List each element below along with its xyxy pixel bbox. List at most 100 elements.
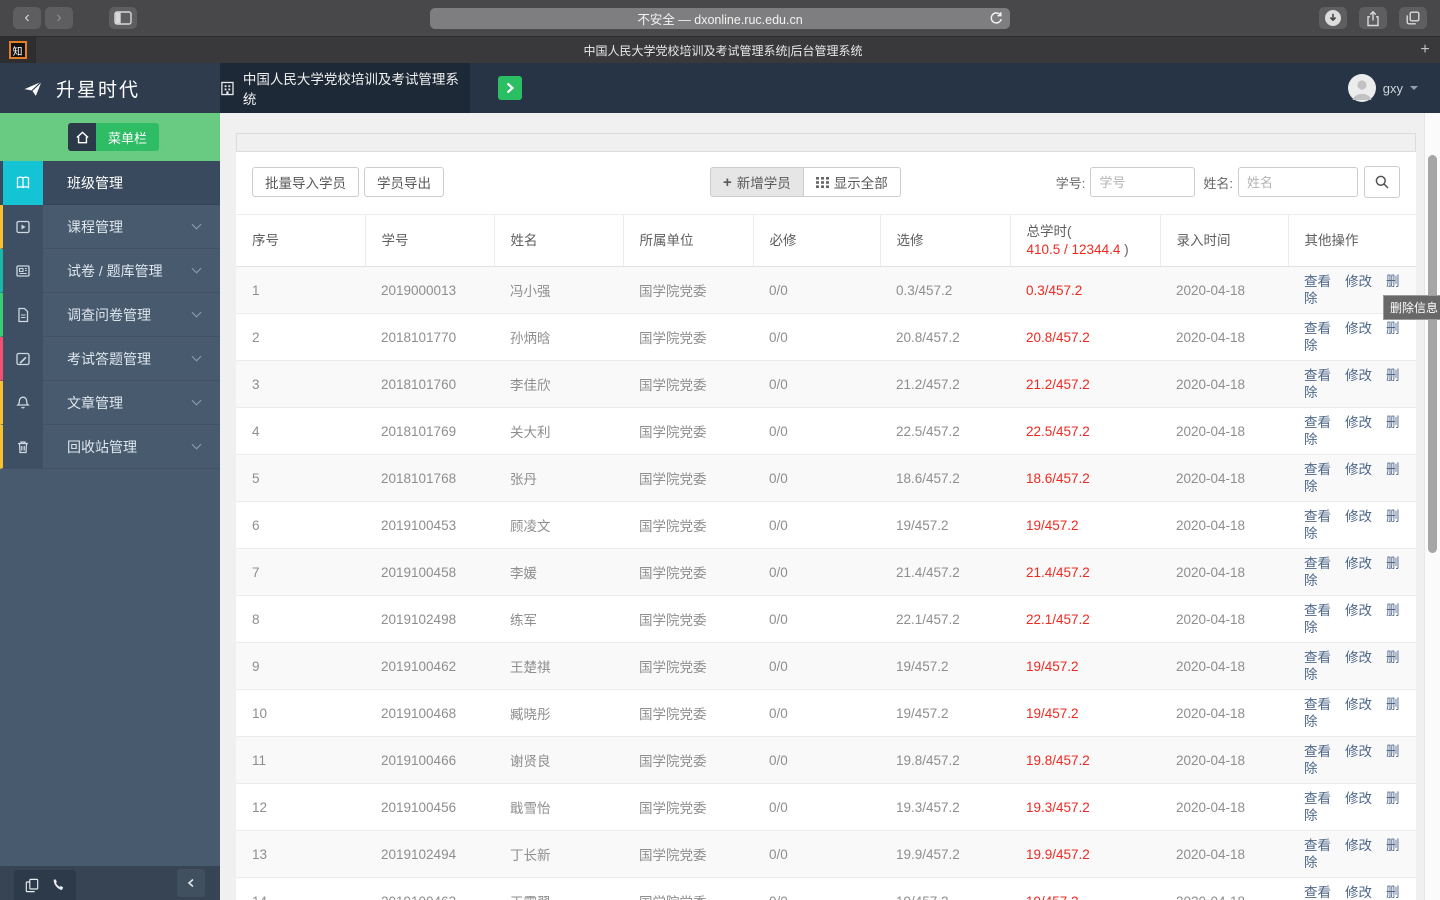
cell-student-id: 2019000013 [381,282,457,298]
cell-required: 0/0 [753,830,880,878]
sidebar-item-class-mgmt[interactable]: 班级管理 [0,160,220,205]
home-button[interactable] [68,123,96,151]
edit-link[interactable]: 修改 [1345,274,1372,289]
col-header-date: 录入时间 [1159,214,1288,267]
paper-plane-logo-icon [24,80,42,96]
building-icon [221,81,234,95]
share-button[interactable] [1359,7,1387,29]
edit-link[interactable]: 修改 [1345,556,1372,571]
active-tab-title[interactable]: 中国人民大学党校培训及考试管理系统|后台管理系统 [36,42,1410,59]
view-link[interactable]: 查看 [1304,838,1331,853]
reload-button[interactable] [989,11,1003,25]
view-link[interactable]: 查看 [1304,274,1331,289]
tabs-overview-icon [1406,11,1420,25]
cell-elective: 22.1/457.2 [880,595,1010,643]
view-link[interactable]: 查看 [1304,697,1331,712]
cell-name: 王楚祺 [494,642,623,690]
name-input[interactable] [1238,167,1358,197]
system-title-block: 中国人民大学党校培训及考试管理系统 [220,63,470,113]
table-row: 5 2018101768 张丹 国学院党委 0/0 18.6/457.2 18.… [236,454,1416,502]
edit-link[interactable]: 修改 [1345,838,1372,853]
table-row: 8 2019102498 练军 国学院党委 0/0 22.1/457.2 22.… [236,595,1416,643]
edit-link[interactable]: 修改 [1345,885,1372,900]
edit-link[interactable]: 修改 [1345,650,1372,665]
cell-date: 2020-04-18 [1160,783,1288,831]
cell-required: 0/0 [753,407,880,455]
address-bar[interactable]: 不安全 — dxonline.ruc.edu.cn [430,8,1010,29]
cell-date: 2020-04-18 [1160,501,1288,549]
sidebar-item-course-mgmt[interactable]: 课程管理 [0,204,220,249]
export-students-button[interactable]: 学员导出 [364,167,444,197]
sidebar-collapse-button[interactable] [177,869,205,897]
view-link[interactable]: 查看 [1304,744,1331,759]
sidebar-toggle-button[interactable] [109,7,137,29]
edit-link[interactable]: 修改 [1345,415,1372,430]
edit-link[interactable]: 修改 [1345,603,1372,618]
sidebar-item-survey-mgmt[interactable]: 调查问卷管理 [0,292,220,337]
edit-link[interactable]: 修改 [1345,321,1372,336]
view-link[interactable]: 查看 [1304,509,1331,524]
cell-date: 2020-04-18 [1160,642,1288,690]
table-row: 7 2019100458 李媛 国学院党委 0/0 21.4/457.2 21.… [236,548,1416,596]
cell-index: 14 [236,877,365,900]
search-button[interactable] [1364,166,1400,198]
pinned-tab[interactable]: 知 [0,37,36,63]
cell-name: 臧晓彤 [494,689,623,737]
view-link[interactable]: 查看 [1304,368,1331,383]
user-menu[interactable]: gxy [1347,74,1418,102]
chevron-down-icon [191,351,202,362]
view-link[interactable]: 查看 [1304,791,1331,806]
edit-link[interactable]: 修改 [1345,744,1372,759]
view-link[interactable]: 查看 [1304,885,1331,900]
edit-link[interactable]: 修改 [1345,462,1372,477]
share-icon [1367,10,1379,26]
new-tab-button[interactable]: + [1410,41,1440,59]
view-link[interactable]: 查看 [1304,321,1331,336]
cell-index: 11 [236,736,365,784]
view-link[interactable]: 查看 [1304,650,1331,665]
cell-student-id: 2019100458 [365,548,494,596]
view-link[interactable]: 查看 [1304,603,1331,618]
cell-index: 2 [236,313,365,361]
edit-link[interactable]: 修改 [1345,368,1372,383]
content-card: 批量导入学员 学员导出 +新增学员 显示全部 学号: 姓名: [236,152,1416,900]
sidebar-item-exam-answer-mgmt[interactable]: 考试答题管理 [0,336,220,381]
edit-link[interactable]: 修改 [1345,509,1372,524]
menu-bar-button[interactable]: 菜单栏 [96,123,160,151]
cell-total-hours: 19.9/457.2 [1010,830,1160,878]
tabs-overview-button[interactable] [1399,7,1427,29]
phone-button[interactable] [51,878,65,892]
sidebar-item-article-mgmt[interactable]: 文章管理 [0,380,220,425]
tab-bar: 知 中国人民大学党校培训及考试管理系统|后台管理系统 + [0,36,1440,63]
copy-document-button[interactable] [25,878,39,893]
cell-unit: 国学院党委 [623,548,753,596]
newspaper-icon [3,248,43,293]
view-link[interactable]: 查看 [1304,462,1331,477]
edit-link[interactable]: 修改 [1345,697,1372,712]
view-link[interactable]: 查看 [1304,415,1331,430]
forward-button[interactable]: › [45,7,73,29]
name-label: 姓名: [1203,175,1233,191]
table-row: 4 2018101769 关大利 国学院党委 0/0 22.5/457.2 22… [236,407,1416,455]
sidebar-item-recycle-mgmt[interactable]: 回收站管理 [0,424,220,469]
cell-elective: 19.8/457.2 [880,736,1010,784]
sidebar-item-exam-bank-mgmt[interactable]: 试卷 / 题库管理 [0,248,220,293]
cell-total-hours: 19/457.2 [1010,642,1160,690]
edit-link[interactable]: 修改 [1345,791,1372,806]
scrollbar-track[interactable] [1424,113,1440,900]
view-link[interactable]: 查看 [1304,556,1331,571]
downloads-button[interactable] [1319,7,1347,29]
chevron-down-icon [191,307,202,318]
cell-total-hours: 22.1/457.2 [1010,595,1160,643]
cell-elective: 0.3/457.2 [896,282,953,298]
add-student-button[interactable]: + 新增学员 [709,167,804,197]
cell-date: 2020-04-18 [1176,282,1246,298]
delete-tooltip: 删除信息 [1383,295,1440,320]
back-button[interactable]: ‹ [13,7,41,29]
scrollbar-thumb[interactable] [1428,155,1437,553]
nav-forward-button[interactable] [498,76,522,100]
show-all-button[interactable]: 显示全部 [803,167,901,197]
student-id-input[interactable] [1090,167,1196,197]
batch-import-button[interactable]: 批量导入学员 [252,167,359,197]
cell-elective: 19/457.2 [880,689,1010,737]
